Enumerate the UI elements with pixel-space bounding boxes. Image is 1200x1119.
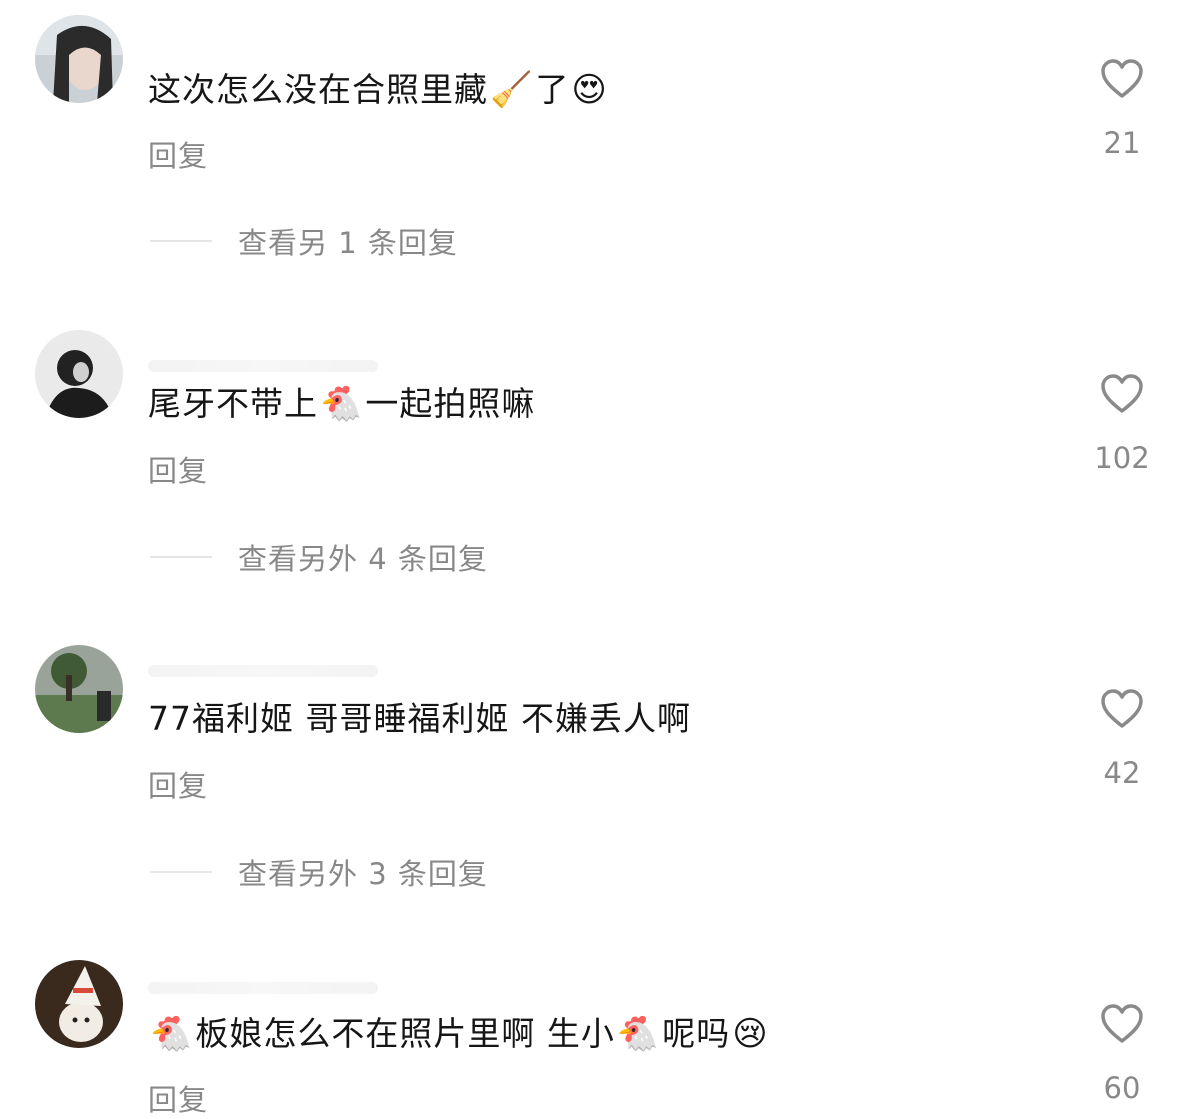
like-count: 42 [1103, 756, 1141, 790]
reply-button[interactable]: 回复 [148, 448, 208, 490]
chicken-emoji: 🐔 [150, 1014, 194, 1054]
like-group: 60 [1090, 1003, 1154, 1105]
heart-outline-icon[interactable] [1099, 58, 1145, 100]
chicken-emoji: 🐔 [616, 1014, 661, 1054]
like-count: 60 [1103, 1071, 1141, 1105]
divider [150, 871, 212, 873]
crying-emoji: 😢 [732, 1014, 769, 1054]
reply-button[interactable]: 回复 [148, 763, 208, 805]
username-blurred [148, 665, 378, 677]
avatar[interactable] [35, 645, 123, 733]
like-group: 42 [1090, 688, 1154, 790]
avatar[interactable] [35, 960, 123, 1048]
divider [150, 556, 212, 558]
chicken-emoji: 🐔 [320, 384, 364, 424]
heart-outline-icon[interactable] [1099, 373, 1145, 415]
divider [150, 240, 212, 242]
like-count: 102 [1094, 441, 1150, 475]
like-group: 102 [1090, 373, 1154, 475]
reply-button[interactable]: 回复 [148, 133, 208, 175]
reply-button[interactable]: 回复 [148, 1077, 208, 1119]
avatar[interactable] [35, 15, 123, 103]
heart-outline-icon[interactable] [1099, 1003, 1145, 1045]
like-group: 21 [1090, 58, 1154, 160]
comment-text: 77福利姬 哥哥睡福利姬 不嫌丢人啊 [148, 699, 691, 738]
broom-emoji: 🧹 [490, 70, 534, 110]
heart-outline-icon[interactable] [1099, 688, 1145, 730]
heart-eyes-emoji: 😍 [571, 70, 608, 110]
like-count: 21 [1103, 126, 1141, 160]
comment-text: 这次怎么没在合照里藏🧹了😍 [148, 70, 608, 110]
username-blurred [148, 982, 378, 994]
comment-text: 🐔板娘怎么不在照片里啊 生小🐔呢吗😢 [150, 1014, 769, 1054]
view-more-replies[interactable]: 查看另外 3 条回复 [150, 851, 488, 893]
avatar[interactable] [35, 330, 123, 418]
comment-text: 尾牙不带上🐔一起拍照嘛 [148, 384, 536, 424]
view-more-replies[interactable]: 查看另外 4 条回复 [150, 536, 488, 578]
view-more-replies[interactable]: 查看另 1 条回复 [150, 220, 458, 262]
username-blurred [148, 360, 378, 372]
